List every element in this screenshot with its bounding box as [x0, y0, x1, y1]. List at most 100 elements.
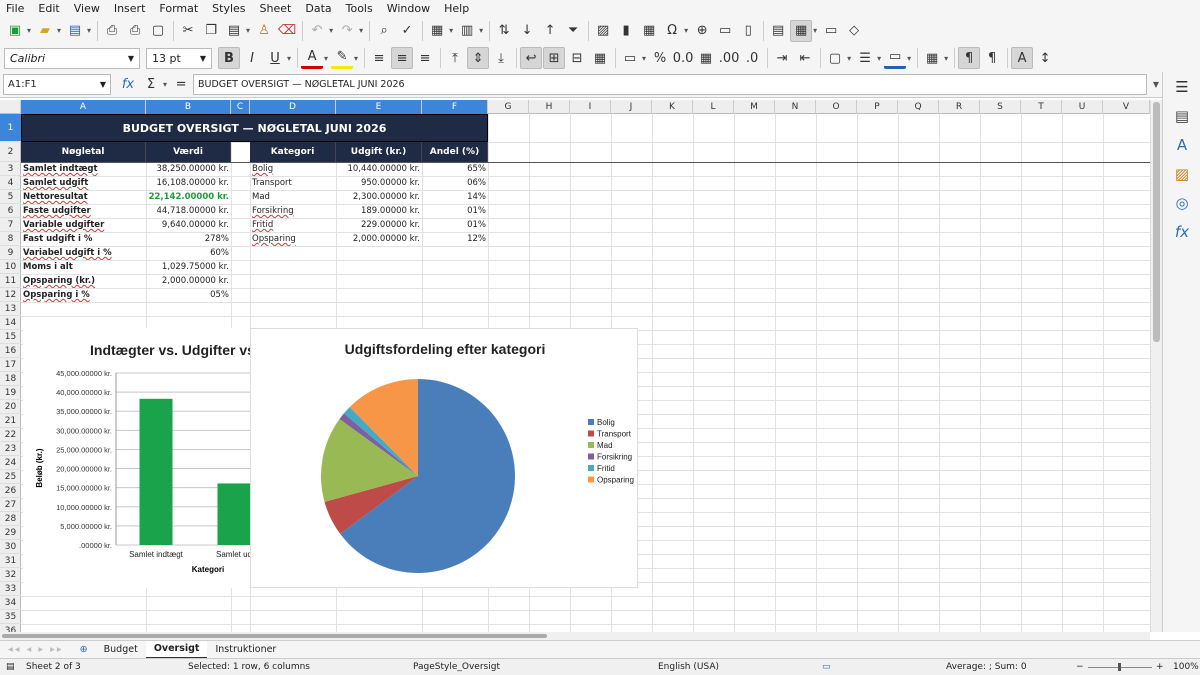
- comment-icon[interactable]: ▭: [714, 20, 736, 42]
- conditional-format-icon[interactable]: ▦: [921, 47, 943, 69]
- row-header[interactable]: 23: [0, 442, 21, 456]
- table-cell-amount[interactable]: 189.00000 kr.: [336, 204, 422, 218]
- row-header[interactable]: 21: [0, 414, 21, 428]
- properties-icon[interactable]: ▤: [1163, 101, 1200, 130]
- align-center-icon[interactable]: ≡: [391, 47, 414, 69]
- find-replace-icon[interactable]: ⌕: [373, 20, 395, 42]
- new-dropdown-icon[interactable]: ▾: [27, 26, 31, 35]
- table-cell-amount[interactable]: 2,000.00000 kr.: [336, 232, 422, 246]
- add-decimal-icon[interactable]: .00: [718, 47, 740, 69]
- row-header[interactable]: 34: [0, 596, 21, 610]
- menu-sheet[interactable]: Sheet: [260, 2, 292, 15]
- table-cell-label[interactable]: Opsparing (kr.): [21, 274, 146, 288]
- borders-dropdown-icon[interactable]: ▾: [847, 54, 851, 63]
- table-cell-amount[interactable]: 950.00000 kr.: [336, 176, 422, 190]
- paste-dropdown-icon[interactable]: ▾: [246, 26, 250, 35]
- row-header[interactable]: 6: [0, 204, 21, 218]
- vertical-scroll-thumb[interactable]: [1153, 102, 1160, 342]
- border-style-icon[interactable]: ☰: [854, 47, 876, 69]
- functions-icon[interactable]: fx: [1163, 217, 1200, 246]
- table-cell-label[interactable]: Samlet indtægt: [21, 162, 146, 176]
- export-pdf-icon[interactable]: ⎙: [101, 20, 123, 42]
- border-color-dropdown-icon[interactable]: ▾: [907, 54, 911, 63]
- table-cell-value[interactable]: 16,108.00000 kr.: [146, 176, 231, 190]
- row-header[interactable]: 3: [0, 162, 21, 176]
- column-header[interactable]: M: [734, 100, 775, 114]
- horizontal-scrollbar[interactable]: [0, 632, 1150, 640]
- clone-format-icon[interactable]: ♙: [253, 20, 275, 42]
- row-header[interactable]: 4: [0, 176, 21, 190]
- column-header[interactable]: K: [652, 100, 693, 114]
- column-header[interactable]: D: [250, 100, 336, 114]
- column-header[interactable]: Q: [898, 100, 939, 114]
- table-cell-value[interactable]: 38,250.00000 kr.: [146, 162, 231, 176]
- horizontal-scroll-thumb[interactable]: [2, 634, 547, 638]
- add-sheet-icon[interactable]: ⊕: [72, 641, 96, 659]
- row-header[interactable]: 30: [0, 540, 21, 554]
- row-header[interactable]: 20: [0, 400, 21, 414]
- navigator-icon[interactable]: ◎: [1163, 188, 1200, 217]
- select-all-corner[interactable]: [0, 100, 21, 114]
- undo-dropdown-icon[interactable]: ▾: [329, 26, 333, 35]
- freeze-rows-columns-icon[interactable]: ▦: [790, 19, 813, 42]
- number-format-icon[interactable]: 0.0: [672, 47, 694, 69]
- delete-decimal-icon[interactable]: .0: [741, 47, 763, 69]
- column-header[interactable]: I: [570, 100, 611, 114]
- table-cell-share[interactable]: 01%: [422, 204, 488, 218]
- row-header[interactable]: 26: [0, 484, 21, 498]
- column-header[interactable]: R: [939, 100, 980, 114]
- table-cell-category[interactable]: Forsikring: [250, 204, 336, 218]
- table-cell-amount[interactable]: 10,440.00000 kr.: [336, 162, 422, 176]
- table-cell-value[interactable]: 22,142.00000 kr.: [146, 190, 231, 204]
- table-cell-category[interactable]: Transport: [250, 176, 336, 190]
- print-icon[interactable]: ⎙: [124, 20, 146, 42]
- menu-format[interactable]: Format: [159, 2, 198, 15]
- date-format-icon[interactable]: ▦: [695, 47, 717, 69]
- row-header[interactable]: 19: [0, 386, 21, 400]
- underline-dropdown-icon[interactable]: ▾: [287, 54, 291, 63]
- align-top-icon[interactable]: ⤒: [444, 47, 466, 69]
- row-header[interactable]: 12: [0, 288, 21, 302]
- menu-tools[interactable]: Tools: [346, 2, 373, 15]
- sheet-title[interactable]: BUDGET OVERSIGT — NØGLETAL JUNI 2026: [21, 114, 488, 142]
- right-to-left-icon[interactable]: ¶: [981, 47, 1003, 69]
- bold-icon[interactable]: B: [218, 47, 240, 69]
- column-header[interactable]: V: [1103, 100, 1150, 114]
- name-box[interactable]: A1:F1 ▼: [3, 74, 111, 95]
- column-header[interactable]: P: [857, 100, 898, 114]
- menu-help[interactable]: Help: [444, 2, 469, 15]
- table-cell-label[interactable]: Faste udgifter: [21, 204, 146, 218]
- table-cell-label[interactable]: Moms i alt: [21, 260, 146, 274]
- row-header[interactable]: 10: [0, 260, 21, 274]
- row-header[interactable]: 5: [0, 190, 21, 204]
- sort-icon[interactable]: ⇅: [493, 20, 515, 42]
- table-cell-category[interactable]: Fritid: [250, 218, 336, 232]
- open-icon[interactable]: ▰: [34, 20, 56, 42]
- sort-ascending-icon[interactable]: ↓: [516, 20, 538, 42]
- menu-view[interactable]: View: [74, 2, 100, 15]
- row-header[interactable]: 32: [0, 568, 21, 582]
- row-dropdown-icon[interactable]: ▾: [449, 26, 453, 35]
- column-header[interactable]: S: [980, 100, 1021, 114]
- autofilter-icon[interactable]: ⏷: [562, 20, 584, 42]
- table-cell-share[interactable]: 01%: [422, 218, 488, 232]
- font-color-dropdown-icon[interactable]: ▾: [324, 54, 328, 63]
- table-cell-amount[interactable]: 229.00000 kr.: [336, 218, 422, 232]
- column-header[interactable]: F: [422, 100, 488, 114]
- gallery-icon[interactable]: ▨: [1163, 159, 1200, 188]
- open-dropdown-icon[interactable]: ▾: [57, 26, 61, 35]
- row-header[interactable]: 18: [0, 372, 21, 386]
- row-header[interactable]: 14: [0, 316, 21, 330]
- row-header[interactable]: 24: [0, 456, 21, 470]
- freeze-dropdown-icon[interactable]: ▾: [813, 26, 817, 35]
- highlight-color-icon[interactable]: ✎: [331, 47, 354, 69]
- column-header[interactable]: E: [336, 100, 422, 114]
- column-dropdown-icon[interactable]: ▾: [479, 26, 483, 35]
- font-name-box[interactable]: Calibri ▼: [4, 47, 140, 69]
- table-cell-share[interactable]: 14%: [422, 190, 488, 204]
- table-cell-category[interactable]: Opsparing: [250, 232, 336, 246]
- zoom-in-icon[interactable]: +: [1156, 662, 1164, 672]
- cut-icon[interactable]: ✂: [177, 20, 199, 42]
- column-header[interactable]: G: [488, 100, 529, 114]
- row-header[interactable]: 33: [0, 582, 21, 596]
